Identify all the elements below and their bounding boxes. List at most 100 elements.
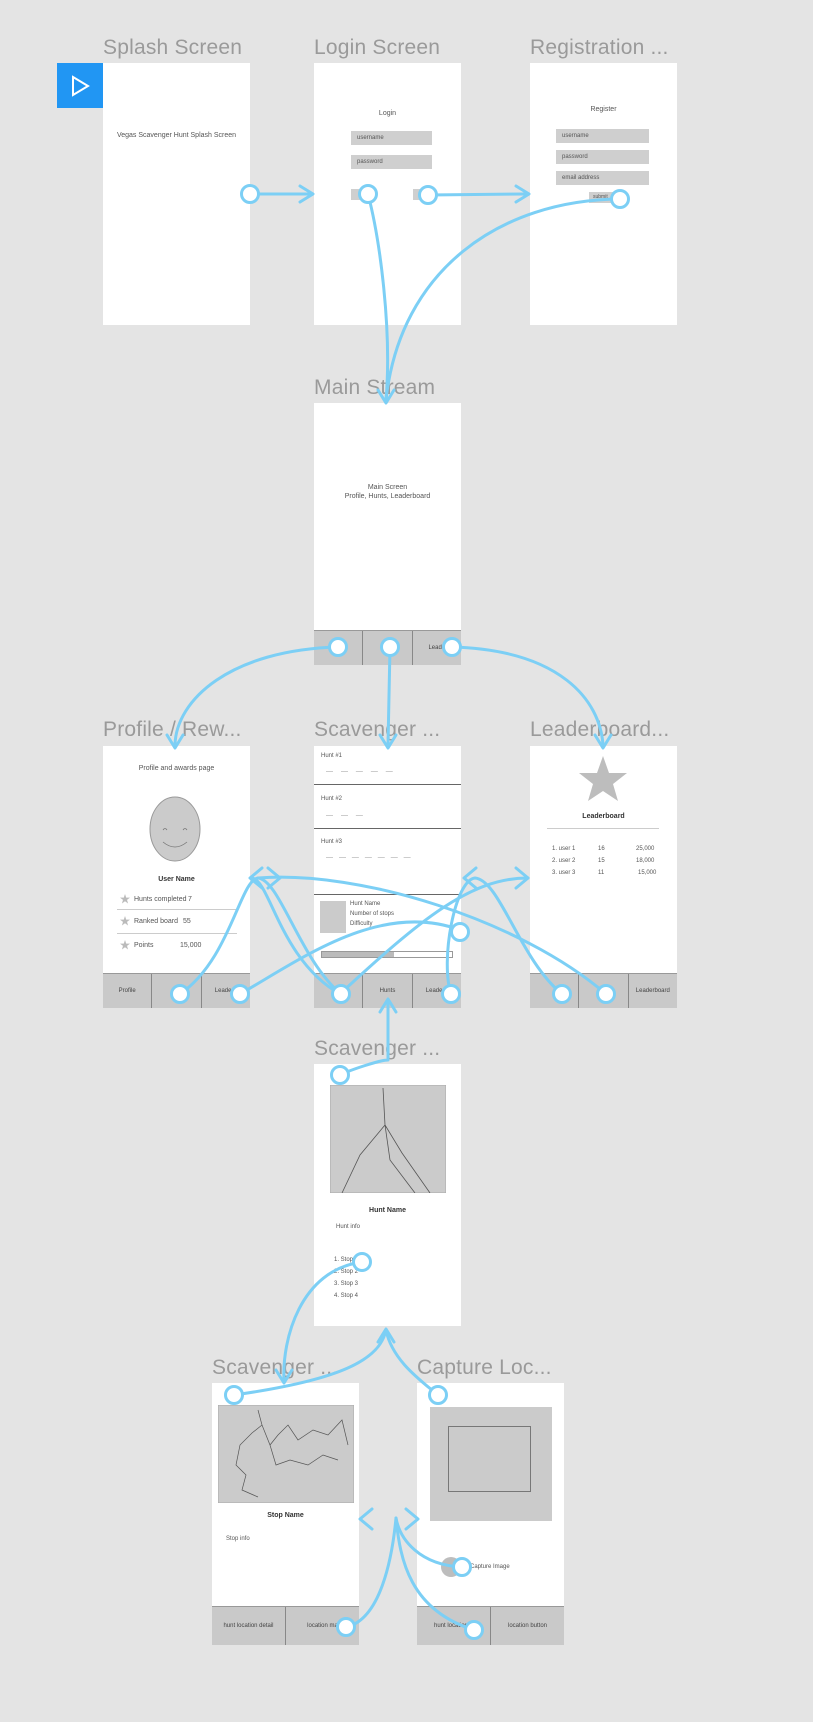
hunt-detail-line: Difficulty <box>350 921 373 927</box>
main-screen-title[interactable]: Main Stream <box>314 376 435 400</box>
leaderboard-heading: Leaderboard <box>582 813 625 820</box>
splash-screen-title[interactable]: Splash Screen <box>103 36 242 60</box>
main-tab-profile[interactable] <box>314 631 364 665</box>
stop-tab-detail[interactable]: hunt location detail <box>212 1607 286 1645</box>
profile-tab-hunts[interactable] <box>152 974 202 1008</box>
hunt-info: Hunt info <box>336 1224 361 1230</box>
stop-tab-bar: hunt location detail location ma <box>212 1606 359 1645</box>
main-screen-frame[interactable]: Main Screen Profile, Hunts, Leaderboard … <box>314 403 461 665</box>
profile-screen-title[interactable]: Profile / Rew... <box>103 718 242 742</box>
arrow-head <box>514 866 530 890</box>
leaderboard-screen-frame[interactable]: Leaderboard 1. user 1 16 25,000 2. user … <box>530 746 677 1008</box>
hunt-item-placeholder: — — — — — — — <box>326 854 413 861</box>
login-screen-frame[interactable]: Login username password <box>314 63 461 325</box>
splash-screen-frame[interactable]: Vegas Scavenger Hunt Splash Screen <box>103 63 250 325</box>
hunt-item-label: Hunt #1 <box>321 753 343 759</box>
registration-screen-frame[interactable]: Register username password email address… <box>530 63 677 325</box>
stop-detail-screen-frame[interactable]: Stop Name Stop info hunt location detail… <box>212 1383 359 1645</box>
hunt-name: Hunt Name <box>369 1207 406 1214</box>
hunts-tab-hunts[interactable]: Hunts <box>363 974 413 1008</box>
arrow-head <box>298 184 315 204</box>
capture-screen-title[interactable]: Capture Loc... <box>417 1356 552 1380</box>
arrow-head <box>376 1327 396 1344</box>
rank-name: 1. user 1 <box>552 846 576 852</box>
stat-value: 55 <box>183 918 191 925</box>
submit-button[interactable]: submit <box>589 192 623 203</box>
hunts-tab-profile[interactable] <box>314 974 364 1008</box>
scroll-indicator[interactable] <box>321 951 453 958</box>
arrow-head <box>514 184 531 204</box>
arrow-head <box>358 1507 374 1531</box>
rank-points: 25,000 <box>636 846 655 852</box>
divider <box>314 894 461 895</box>
lb-tab-hunts[interactable] <box>579 974 629 1008</box>
divider <box>117 909 237 910</box>
reg-email-field[interactable]: email address <box>556 171 649 185</box>
divider <box>314 828 461 829</box>
lb-tab-profile[interactable] <box>530 974 580 1008</box>
hunt-image <box>330 1085 446 1193</box>
capture-tab-location[interactable]: location button <box>491 1607 564 1645</box>
reg-password-field[interactable]: password <box>556 150 649 164</box>
profile-screen-frame[interactable]: Profile and awards page User Name Hunts … <box>103 746 250 1008</box>
profile-heading: Profile and awards page <box>138 765 215 772</box>
register-button[interactable] <box>413 189 431 200</box>
stat-value: 15,000 <box>180 942 202 949</box>
capture-image-label: Capture Image <box>470 1564 510 1570</box>
password-field[interactable]: password <box>351 155 432 169</box>
capture-image-button[interactable] <box>441 1557 461 1577</box>
stat-label: Points <box>134 942 154 949</box>
rank-hunts: 16 <box>598 846 605 852</box>
divider <box>117 933 237 934</box>
avatar <box>149 796 201 862</box>
profile-tab-leaderboard[interactable]: Leaderb <box>202 974 250 1008</box>
splash-text: Vegas Scavenger Hunt Splash Screen <box>116 132 237 139</box>
registration-screen-title[interactable]: Registration ... <box>530 36 669 60</box>
play-prototype-button[interactable] <box>57 63 103 108</box>
stop-detail-screen-title[interactable]: Scavenger ... <box>212 1356 338 1380</box>
hunts-screen-frame[interactable]: Hunt #1 — — — — — Hunt #2 — — — Hunt #3 … <box>314 746 461 1008</box>
hunt-thumbnail <box>320 901 346 933</box>
main-tab-hunts[interactable] <box>363 631 413 665</box>
main-text-line2: Profile, Hunts, Leaderboard <box>344 493 431 500</box>
hunts-screen-title[interactable]: Scavenger ... <box>314 718 440 742</box>
leaderboard-tab-bar: Leaderboard <box>530 973 677 1008</box>
stat-label: Hunts completed <box>134 896 187 903</box>
hunt-detail-line: Number of stops <box>350 911 395 917</box>
stop-image <box>218 1405 354 1503</box>
star-icon <box>120 916 130 926</box>
lb-tab-leaderboard[interactable]: Leaderboard <box>629 974 677 1008</box>
hunts-tab-bar: Hunts Leaderb <box>314 973 461 1008</box>
reg-username-field[interactable]: username <box>556 129 649 143</box>
hunt-detail-screen-title[interactable]: Scavenger ... <box>314 1037 440 1061</box>
stat-label: Ranked board <box>134 918 178 925</box>
camera-viewfinder <box>430 1407 552 1521</box>
stop-name: Stop Name <box>267 1512 304 1519</box>
stop-tab-location[interactable]: location ma <box>286 1607 359 1645</box>
stop-list-item[interactable]: 4. Stop 4 <box>334 1293 358 1299</box>
divider <box>547 828 659 829</box>
stop-list-item[interactable]: 2. Stop 2 <box>334 1269 358 1275</box>
main-tab-leaderboard[interactable]: Leade <box>413 631 461 665</box>
username-field[interactable]: username <box>351 131 432 145</box>
login-heading: Login <box>378 110 397 117</box>
star-icon <box>120 940 130 950</box>
rank-name: 3. user 3 <box>552 870 576 876</box>
arrow-head <box>462 866 478 890</box>
arrow-head <box>266 866 282 890</box>
stop-list-item[interactable]: 1. Stop 1 <box>334 1257 358 1263</box>
login-button[interactable] <box>351 189 369 200</box>
play-icon <box>72 74 90 97</box>
login-screen-title[interactable]: Login Screen <box>314 36 440 60</box>
leaderboard-screen-title[interactable]: Leaderboard... <box>530 718 669 742</box>
capture-tab-bar: hunt location d location button <box>417 1606 564 1645</box>
stop-list-item[interactable]: 3. Stop 3 <box>334 1281 358 1287</box>
hunts-tab-leaderboard[interactable]: Leaderb <box>413 974 461 1008</box>
rank-points: 18,000 <box>636 858 655 864</box>
profile-tab-profile[interactable]: Profile <box>103 974 153 1008</box>
hunt-detail-screen-frame[interactable]: Hunt Name Hunt info 1. Stop 1 2. Stop 2 … <box>314 1064 461 1326</box>
rank-name: 2. user 2 <box>552 858 576 864</box>
capture-tab-detail[interactable]: hunt location d <box>417 1607 491 1645</box>
capture-screen-frame[interactable]: Capture Image hunt location d location b… <box>417 1383 564 1645</box>
star-icon <box>120 894 130 904</box>
